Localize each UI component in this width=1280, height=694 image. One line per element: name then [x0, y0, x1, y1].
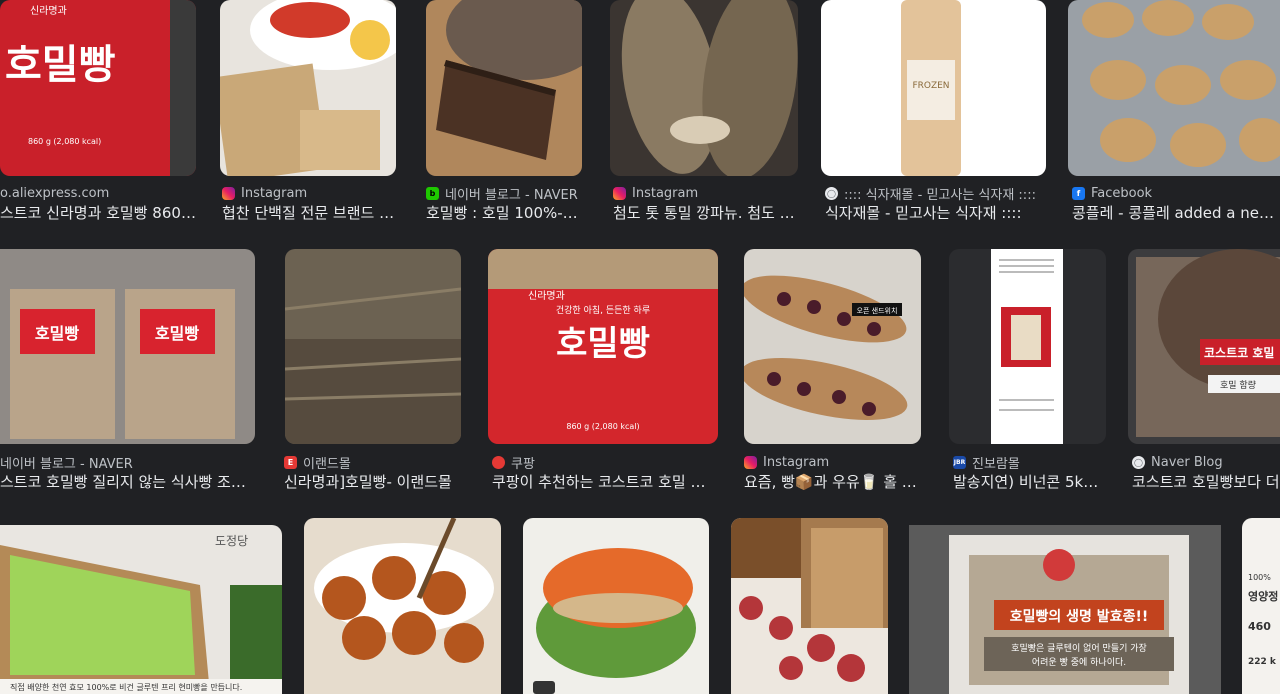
package-slogan-text: 건강한 아침, 든든한 하루: [556, 305, 650, 316]
result-thumbnail[interactable]: 신라명과 건강한 아침, 든든한 하루 호밀빵 860 g (2,080 kca…: [488, 249, 718, 444]
result-title[interactable]: 협찬 단백질 전문 브랜드 …: [222, 202, 402, 224]
costco-sub-text: 호밀 함량: [1220, 379, 1256, 391]
result-thumbnail[interactable]: FROZEN: [821, 0, 1046, 176]
result-title[interactable]: 식자재몰 - 믿고사는 식자재 ::::: [825, 202, 1050, 224]
globe-icon: ◯: [1132, 455, 1145, 469]
result-title[interactable]: 스트코 호밀빵 질리지 않는 식사빵 조…: [0, 471, 255, 493]
result-thumbnail[interactable]: [220, 0, 396, 176]
result-source[interactable]: b 네이버 블로그 - NAVER: [426, 184, 596, 202]
avocado-brand-text: 도정당: [215, 534, 248, 548]
result-thumbnail[interactable]: [610, 0, 798, 176]
result-title[interactable]: 코스트코 호밀빵보다 더: [1132, 471, 1280, 493]
frozen-text: FROZEN: [912, 81, 949, 91]
nutrition-text: 460: [1248, 620, 1271, 633]
brand-text: 신라명과: [528, 290, 565, 302]
result-thumbnail[interactable]: 호밀빵 호밀빵: [0, 249, 255, 444]
instagram-icon: [744, 455, 757, 469]
result-thumbnail[interactable]: [949, 249, 1106, 444]
instagram-icon: [613, 186, 626, 200]
avocado-caption-text: 직접 배양한 천연 효모 100%로 비건 글루텐 프리 현미빵을 만듭니다.: [10, 682, 242, 692]
result-source[interactable]: ◯:::: 식자재몰 - 믿고사는 식자재 ::::: [825, 184, 1050, 202]
result-source[interactable]: E 이랜드몰: [284, 453, 464, 471]
result-source[interactable]: Instagram: [744, 453, 929, 471]
result-source[interactable]: Instagram: [222, 184, 402, 202]
package-kcal-text: 860 g (2,080 kcal): [28, 137, 101, 146]
result-thumbnail[interactable]: [426, 0, 582, 176]
result-thumbnail[interactable]: 도정당 직접 배양한 천연 효모 100%로 비건 글루텐 프리 현미빵을 만듭…: [0, 525, 282, 694]
result-thumbnail[interactable]: [523, 518, 709, 694]
costco-banner-text: 코스트코 호밀: [1204, 346, 1274, 360]
result-source[interactable]: JBR 진보람몰: [953, 453, 1113, 471]
result-thumbnail[interactable]: 오픈 샌드위치: [744, 249, 921, 444]
result-source[interactable]: 네이버 블로그 - NAVER: [0, 453, 260, 472]
package-label-text: 호밀빵: [35, 324, 79, 343]
ferment-body-text: 어려운 빵 중에 하나이다.: [1032, 657, 1126, 668]
package-label-text: 호밀빵: [5, 42, 116, 88]
result-source[interactable]: Instagram: [613, 184, 803, 202]
brand-text: 신라명과: [30, 5, 67, 17]
facebook-icon: f: [1072, 186, 1085, 200]
result-thumbnail[interactable]: [304, 518, 501, 694]
result-thumbnail[interactable]: 신라명과 호밀빵 860 g (2,080 kcal): [0, 0, 196, 176]
result-source[interactable]: 쿠팡: [492, 453, 722, 471]
jinboram-icon: JBR: [953, 455, 966, 469]
ferment-title-text: 호밀빵의 생명 발효종!!: [1010, 608, 1148, 625]
result-thumbnail[interactable]: 호밀빵의 생명 발효종!! 호밀빵은 글루텐이 없어 만들기 가장 어려운 빵 …: [909, 525, 1221, 694]
nutrition-text: 영양정: [1248, 589, 1278, 603]
coupang-icon: [492, 455, 505, 469]
result-thumbnail[interactable]: 코스트코 호밀 호밀 함량: [1128, 249, 1280, 444]
result-title[interactable]: 스트코 신라명과 호밀빵 860g (…: [0, 202, 200, 224]
result-thumbnail[interactable]: 100% 영양정 460 222 k: [1242, 518, 1280, 694]
package-label-text: 호밀빵: [155, 324, 199, 343]
sandwich-tag-text: 오픈 샌드위치: [857, 306, 898, 315]
result-title[interactable]: 콩플레 - 콩플레 added a new …: [1072, 202, 1280, 224]
instagram-icon: [222, 186, 235, 200]
result-source[interactable]: f Facebook: [1072, 184, 1280, 202]
nutrition-text: 100%: [1248, 573, 1271, 582]
globe-icon: ◯: [825, 186, 838, 200]
naver-blog-icon: b: [426, 186, 439, 200]
result-title[interactable]: 첨도 톳 통밀 깡파뉴. 첨도 …: [613, 202, 798, 224]
result-title[interactable]: 신라명과]호밀빵- 이랜드몰: [284, 471, 469, 493]
result-title[interactable]: 쿠팡이 추천하는 코스트코 호밀 …: [492, 471, 717, 493]
result-title[interactable]: 요즘, 빵📦과 우유🥛 홀 …: [744, 471, 929, 493]
package-kcal-text: 860 g (2,080 kcal): [566, 422, 639, 431]
result-title[interactable]: 호밀빵 : 호밀 100%-…: [426, 202, 586, 224]
ferment-body-text: 호밀빵은 글루텐이 없어 만들기 가장: [1011, 642, 1147, 654]
package-label-text: 호밀빵: [556, 324, 650, 364]
nutrition-text: 222 k: [1248, 657, 1277, 667]
result-thumbnail[interactable]: [731, 518, 888, 694]
result-source[interactable]: o.aliexpress.com: [0, 184, 200, 202]
result-thumbnail[interactable]: [285, 249, 461, 444]
result-title[interactable]: 발송지연) 비넌콘 5k…: [953, 471, 1108, 493]
elandmall-icon: E: [284, 455, 297, 469]
result-source[interactable]: ◯ Naver Blog: [1132, 453, 1280, 471]
result-thumbnail[interactable]: [1068, 0, 1280, 176]
